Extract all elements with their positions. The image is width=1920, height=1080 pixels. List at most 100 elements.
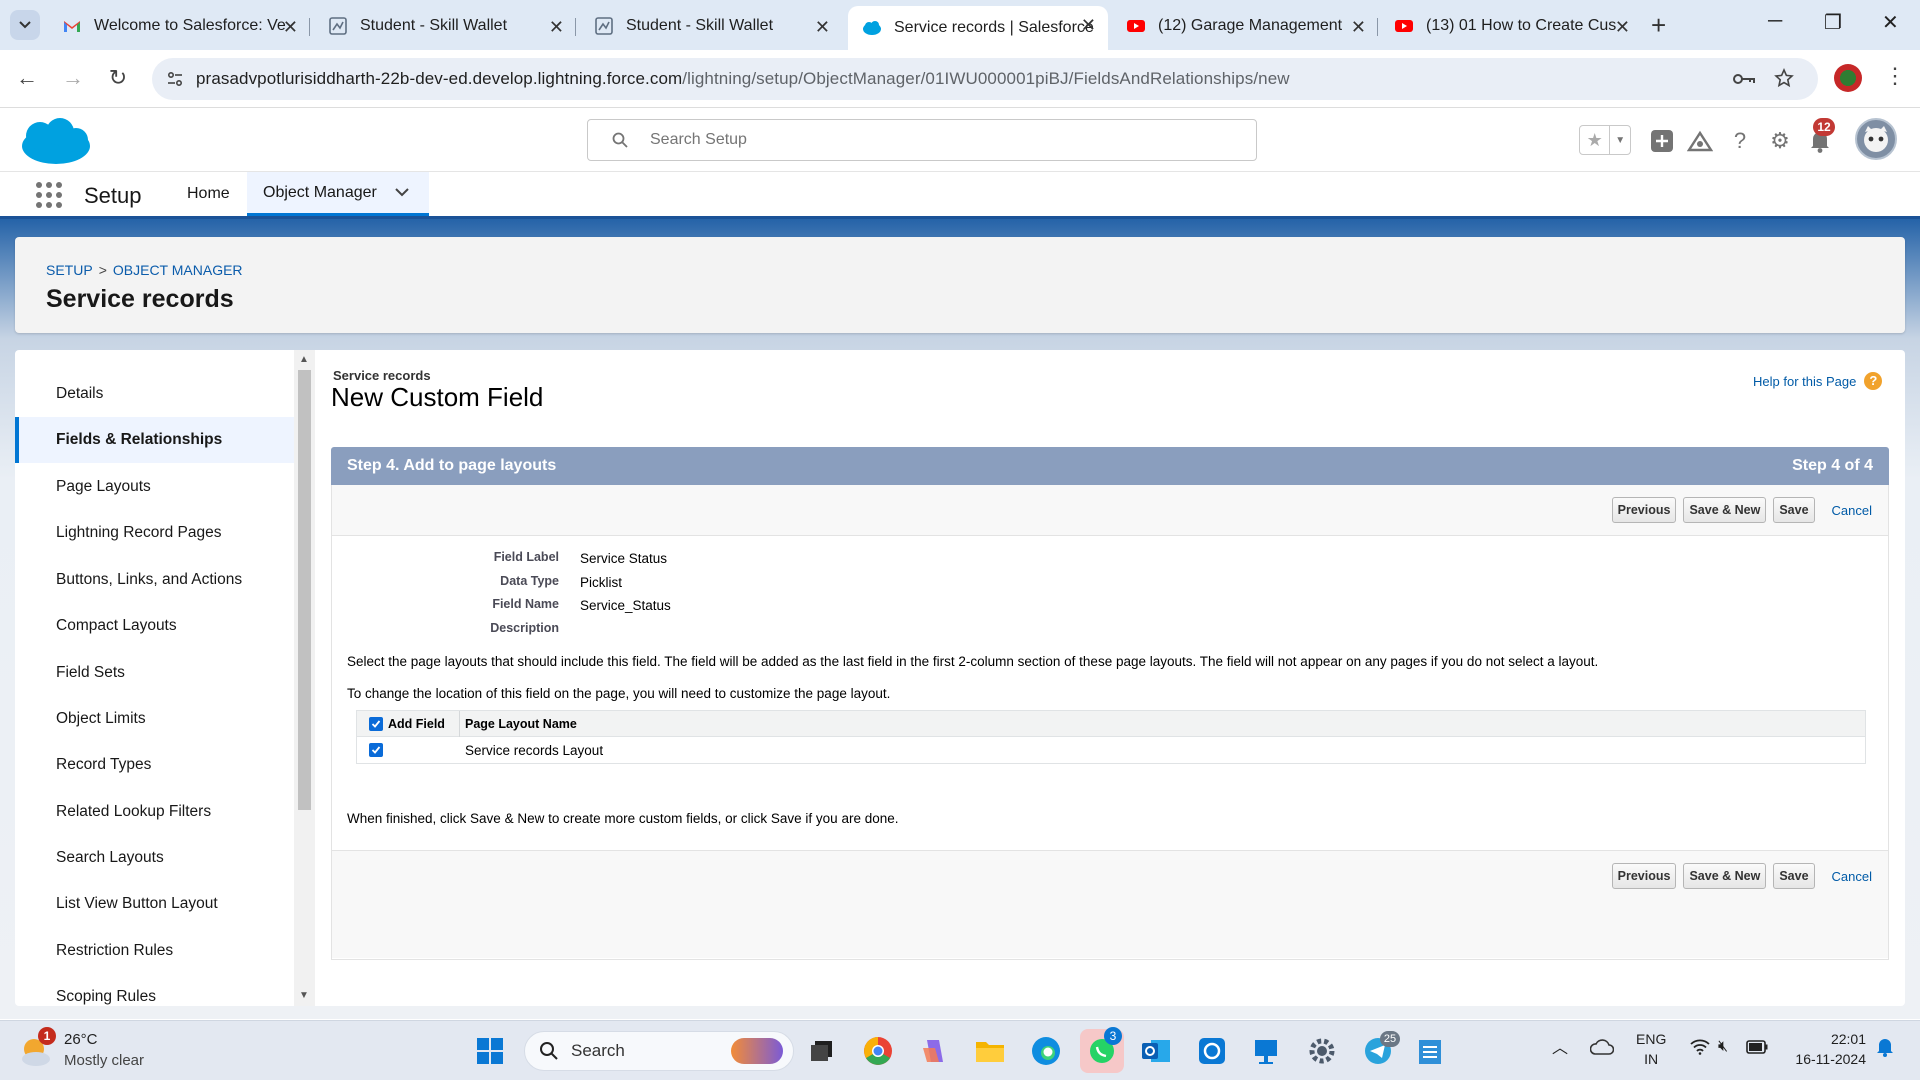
back-arrow-icon[interactable]: ← bbox=[12, 65, 42, 91]
browser-menu-icon[interactable]: ⋮ bbox=[1880, 63, 1910, 89]
previous-button[interactable]: Previous bbox=[1611, 863, 1677, 889]
language-code: ENG bbox=[1636, 1031, 1667, 1047]
scroll-up-arrow-icon[interactable]: ▲ bbox=[299, 354, 309, 365]
sidebar-item-search-layouts[interactable]: Search Layouts bbox=[15, 835, 295, 881]
volume-muted-icon[interactable]: 🔇︎ bbox=[1718, 1037, 1728, 1057]
help-icon[interactable]: ? bbox=[1727, 128, 1753, 154]
task-view-icon[interactable] bbox=[806, 1035, 838, 1067]
edge-icon[interactable] bbox=[1030, 1035, 1062, 1067]
previous-button[interactable]: Previous bbox=[1611, 497, 1677, 523]
copilot-icon[interactable] bbox=[918, 1035, 950, 1067]
breadcrumb-separator: > bbox=[98, 262, 107, 278]
restore-icon[interactable]: ❐ bbox=[1824, 10, 1842, 35]
telegram-icon[interactable]: 25 bbox=[1362, 1031, 1400, 1067]
sidebar-item-field-sets[interactable]: Field Sets bbox=[15, 650, 295, 696]
whatsapp-icon[interactable]: 3 bbox=[1080, 1027, 1124, 1073]
save-button[interactable]: Save bbox=[1773, 863, 1815, 889]
browser-tab[interactable]: Welcome to Salesforce: Ve ✕ bbox=[48, 8, 310, 44]
close-tab-icon[interactable]: ✕ bbox=[815, 17, 830, 38]
notification-center-bell-icon[interactable] bbox=[1876, 1037, 1894, 1062]
clock[interactable]: 22:01 16-11-2024 bbox=[1786, 1029, 1866, 1069]
file-explorer-icon[interactable] bbox=[974, 1035, 1006, 1067]
nav-tab-home[interactable]: Home bbox=[171, 172, 246, 216]
close-tab-icon[interactable]: ✕ bbox=[1351, 17, 1366, 38]
show-hidden-icons-chevron-icon[interactable]: ︿ bbox=[1552, 1039, 1568, 1059]
browser-toolbar: ← → ↻ prasadvpotlurisiddharth-22b-dev-ed… bbox=[0, 50, 1920, 108]
site-settings-icon[interactable] bbox=[166, 70, 184, 88]
battery-icon[interactable] bbox=[1746, 1039, 1768, 1059]
onedrive-cloud-icon[interactable] bbox=[1589, 1039, 1615, 1060]
close-window-icon[interactable]: ✕ bbox=[1882, 10, 1899, 35]
chrome-icon[interactable] bbox=[862, 1035, 894, 1067]
add-field-checkbox[interactable] bbox=[369, 743, 383, 757]
sidebar-item-scoping-rules[interactable]: Scoping Rules bbox=[15, 974, 295, 1006]
whiteboard-icon[interactable] bbox=[1250, 1035, 1282, 1067]
browser-tab[interactable]: (13) 01 How to Create Cus ✕ bbox=[1380, 8, 1642, 44]
new-tab-icon[interactable]: + bbox=[1651, 12, 1666, 38]
chevron-down-icon[interactable] bbox=[395, 188, 409, 197]
sidebar-item-fields-relationships[interactable]: Fields & Relationships bbox=[15, 417, 295, 463]
close-tab-icon[interactable]: ✕ bbox=[1615, 17, 1630, 38]
breadcrumb-object-manager-link[interactable]: OBJECT MANAGER bbox=[113, 262, 243, 278]
breadcrumb-setup-link[interactable]: SETUP bbox=[46, 262, 93, 278]
app-launcher-icon[interactable] bbox=[36, 182, 62, 208]
save-and-new-button[interactable]: Save & New bbox=[1683, 497, 1767, 523]
sidebar-item-buttons-links-actions[interactable]: Buttons, Links, and Actions bbox=[15, 557, 295, 603]
weather-widget[interactable]: 1 bbox=[18, 1027, 56, 1069]
user-avatar[interactable] bbox=[1855, 118, 1897, 160]
outlook-icon[interactable] bbox=[1140, 1035, 1172, 1067]
select-all-checkbox[interactable] bbox=[369, 716, 383, 731]
sidebar-item-page-layouts[interactable]: Page Layouts bbox=[15, 464, 295, 510]
tab-search-button[interactable] bbox=[10, 10, 40, 40]
help-for-this-page-link[interactable]: Help for this Page ? bbox=[1753, 372, 1883, 390]
bookmark-star-icon[interactable] bbox=[1774, 68, 1794, 88]
sidebar-item-related-lookup-filters[interactable]: Related Lookup Filters bbox=[15, 789, 295, 835]
scrollbar-thumb[interactable] bbox=[298, 370, 311, 810]
browser-tab[interactable]: (12) Garage Management ✕ bbox=[1112, 8, 1378, 44]
browser-tab[interactable]: Student - Skill Wallet ✕ bbox=[314, 8, 576, 44]
profile-avatar[interactable] bbox=[1834, 64, 1862, 92]
salesforce-logo[interactable] bbox=[18, 116, 94, 168]
language-indicator[interactable]: ENG IN bbox=[1636, 1029, 1666, 1069]
setup-search-box[interactable] bbox=[587, 119, 1257, 161]
sidebar-scrollbar[interactable]: ▲ ▼ bbox=[294, 350, 315, 1006]
browser-tab[interactable]: Student - Skill Wallet ✕ bbox=[580, 8, 842, 44]
trailhead-icon[interactable] bbox=[1687, 128, 1713, 154]
setup-gear-icon[interactable]: ⚙ bbox=[1767, 128, 1793, 154]
sidebar-item-compact-layouts[interactable]: Compact Layouts bbox=[15, 603, 295, 649]
setup-search-input[interactable] bbox=[650, 131, 1210, 149]
scroll-down-arrow-icon[interactable]: ▼ bbox=[299, 990, 309, 1001]
sidebar-item-object-limits[interactable]: Object Limits bbox=[15, 696, 295, 742]
sidebar-item-lightning-record-pages[interactable]: Lightning Record Pages bbox=[15, 510, 295, 556]
salesforce-icon bbox=[863, 21, 881, 35]
close-tab-icon[interactable]: ✕ bbox=[283, 17, 298, 38]
cortana-icon[interactable] bbox=[1196, 1035, 1228, 1067]
nav-tab-object-manager[interactable]: Object Manager bbox=[247, 172, 429, 216]
favorites-button[interactable]: ★ ▼ bbox=[1579, 125, 1631, 155]
cancel-link[interactable]: Cancel bbox=[1832, 869, 1872, 884]
forward-arrow-icon[interactable]: → bbox=[58, 65, 88, 91]
minimize-icon[interactable]: ─ bbox=[1768, 10, 1782, 33]
taskbar-search-box[interactable]: Search bbox=[524, 1031, 794, 1071]
cancel-link[interactable]: Cancel bbox=[1832, 503, 1872, 518]
global-actions-icon[interactable] bbox=[1649, 128, 1675, 154]
browser-tab-active[interactable]: Service records | Salesforce ✕ bbox=[848, 6, 1108, 50]
sidebar-item-restriction-rules[interactable]: Restriction Rules bbox=[15, 928, 295, 974]
sidebar-item-details[interactable]: Details bbox=[15, 371, 295, 417]
notepad-icon[interactable] bbox=[1414, 1035, 1446, 1067]
sidebar-item-list-view-button-layout[interactable]: List View Button Layout bbox=[15, 881, 295, 927]
setup-navigation-bar: Setup Home Object Manager bbox=[0, 172, 1920, 219]
address-bar[interactable]: prasadvpotlurisiddharth-22b-dev-ed.devel… bbox=[152, 58, 1818, 100]
close-tab-icon[interactable]: ✕ bbox=[1081, 15, 1096, 36]
wifi-icon[interactable] bbox=[1690, 1039, 1710, 1060]
bottom-button-area: Previous Save & New Save Cancel bbox=[332, 850, 1888, 958]
save-and-new-button[interactable]: Save & New bbox=[1683, 863, 1767, 889]
windows-start-icon[interactable] bbox=[474, 1035, 506, 1067]
settings-gear-icon[interactable] bbox=[1306, 1035, 1338, 1067]
chevron-down-icon[interactable]: ▼ bbox=[1609, 126, 1630, 154]
sidebar-item-record-types[interactable]: Record Types bbox=[15, 742, 295, 788]
reload-icon[interactable]: ↻ bbox=[103, 65, 133, 91]
password-key-icon[interactable] bbox=[1732, 70, 1756, 88]
save-button[interactable]: Save bbox=[1773, 497, 1815, 523]
close-tab-icon[interactable]: ✕ bbox=[549, 17, 564, 38]
